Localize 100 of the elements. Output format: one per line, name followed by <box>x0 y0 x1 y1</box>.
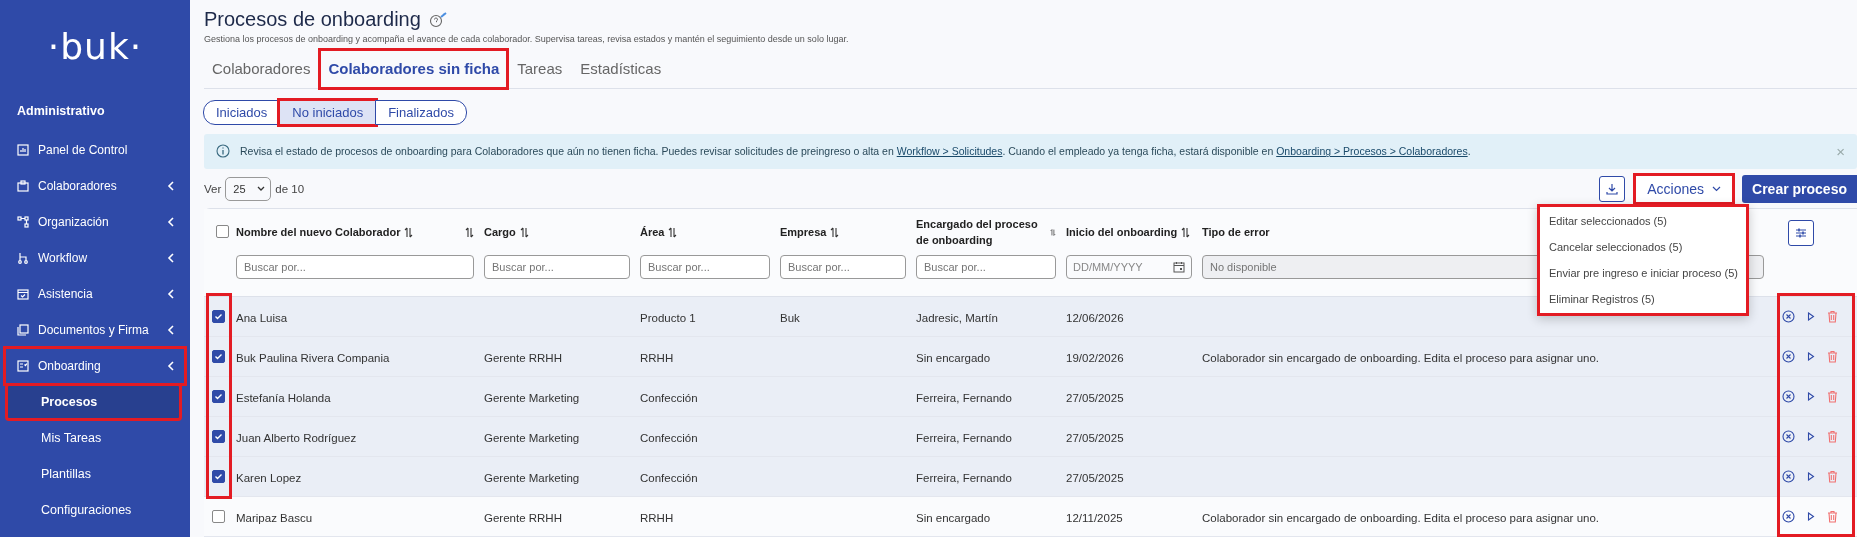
section-heading: Administrativo <box>16 103 106 120</box>
table-cell-text: 27/05/2025 <box>1065 431 1124 444</box>
menu-item-icon <box>17 324 29 336</box>
sidebar-subitem[interactable]: Mis Tareas <box>7 421 180 455</box>
play-icon[interactable] <box>1807 312 1815 321</box>
row-checkbox[interactable] <box>212 390 225 403</box>
download-icon <box>1606 183 1619 196</box>
table-cell-text: Gerente Marketing <box>483 471 580 484</box>
table-cell-text: Gerente RRHH <box>483 511 562 524</box>
download-button[interactable] <box>1599 176 1626 203</box>
cancel-icon[interactable] <box>1782 430 1795 443</box>
table-cell-text: Producto 1 <box>639 311 696 324</box>
cancel-icon[interactable] <box>1782 390 1795 403</box>
total-label: de 10 <box>275 183 305 196</box>
menu-item-icon <box>17 288 29 300</box>
sliders-icon <box>1795 227 1807 239</box>
menu-item-icon <box>17 144 29 156</box>
column-header: Inicio del onboarding <box>1066 224 1178 240</box>
sidebar-item[interactable]: Workflow <box>5 240 185 276</box>
sort-icon[interactable] <box>830 226 840 238</box>
play-icon[interactable] <box>1807 512 1815 521</box>
sidebar-item[interactable]: Colaboradores <box>5 168 185 204</box>
tab[interactable]: Colaboradores sin ficha <box>320 50 508 88</box>
table-cell-text: Confección <box>639 391 698 404</box>
sidebar-item[interactable]: Organización <box>5 204 185 240</box>
sidebar-subitem[interactable]: Procesos <box>7 385 180 419</box>
actions-button[interactable]: Acciones <box>1635 175 1734 204</box>
play-icon[interactable] <box>1807 392 1815 401</box>
sort-icon[interactable] <box>668 226 678 238</box>
sidebar-subitem[interactable]: Plantillas <box>7 457 180 491</box>
row-checkbox[interactable] <box>212 470 225 483</box>
search-field[interactable]: Buscar por... <box>780 255 906 279</box>
cancel-icon[interactable] <box>1782 510 1795 523</box>
play-icon[interactable] <box>1807 432 1815 441</box>
help-icon[interactable] <box>428 11 449 28</box>
sidebar-item[interactable]: Documentos y Firma <box>5 312 185 348</box>
table-cell-text: Ferreira, Fernando <box>915 391 1012 404</box>
search-field[interactable]: Buscar por... <box>640 255 770 279</box>
info-text: Revisa el estado de procesos de onboarding para Colaboradores que aún no tienen ficha. Puedes revisar solicitudes de preingreso o alta en Workflow > Solicitudes. Cuando el empleado ya tenga ficha, estará disponible en Onboarding > Procesos > Colaboradores. <box>240 145 1472 158</box>
menu-item-icon <box>17 252 29 264</box>
sidebar-subitem[interactable]: Configuraciones <box>7 493 180 527</box>
column-header: Tipo de error <box>1202 224 1270 240</box>
checkmark-icon <box>214 432 223 441</box>
table-cell-text: 12/11/2025 <box>1065 511 1123 524</box>
row-checkbox[interactable] <box>212 430 225 443</box>
column-header: Área <box>640 224 665 240</box>
caret-icon <box>1712 186 1722 193</box>
menu-item-icon <box>17 180 29 192</box>
search-field[interactable]: Buscar por... <box>236 255 474 279</box>
calendar-icon <box>1173 261 1185 273</box>
table-cell-text: Gerente Marketing <box>483 391 580 404</box>
table-cell-text: Estefanía Holanda <box>235 391 331 404</box>
row-checkbox[interactable] <box>212 510 225 523</box>
tab[interactable]: Estadísticas <box>572 50 670 88</box>
table-cell-text: Sin encargado <box>915 511 991 524</box>
menu-item[interactable]: Eliminar Registros (5) <box>1537 285 1749 312</box>
table-cell-text: Gerente RRHH <box>483 351 562 364</box>
play-icon[interactable] <box>1807 472 1815 481</box>
tab[interactable]: Colaboradores <box>204 50 319 88</box>
row-checkbox[interactable] <box>212 350 225 363</box>
table-cell-text: 27/05/2025 <box>1065 391 1124 404</box>
tab[interactable]: Tareas <box>509 50 571 88</box>
date-field[interactable]: DD/MM/YYYY <box>1066 255 1192 279</box>
link[interactable]: Onboarding > Procesos > Colaboradores <box>1276 145 1468 158</box>
sort-icon[interactable] <box>404 226 414 238</box>
table-cell-text: Karen Lopez <box>235 471 302 484</box>
column-header: Empresa <box>780 224 827 240</box>
search-field[interactable]: Buscar por... <box>916 255 1056 279</box>
play-icon[interactable] <box>1807 352 1815 361</box>
menu-item-icon <box>17 216 29 228</box>
page-subtitle: Gestiona los procesos de onboarding y acompaña el avance de cada colaborador. Supervisa tareas, revisa estados y mantén el seguimiento desde un solo lugar. <box>204 34 850 44</box>
filter-toggle[interactable]: No iniciados <box>279 99 377 125</box>
menu-item[interactable]: Editar seleccionados (5) <box>1537 207 1749 234</box>
sort-icon[interactable] <box>519 226 529 238</box>
table-cell-text: Buk Paulina Rivera Compania <box>235 351 390 364</box>
table-cell-text: Colaborador sin encargado de onboarding. Edita el proceso para asignar uno. <box>1201 351 1600 364</box>
buk-logo[interactable]: ·buk· <box>0 0 190 92</box>
table-cell-text: Confección <box>639 471 698 484</box>
table-cell-text: Gerente Marketing <box>483 431 580 444</box>
page-size-select[interactable]: 25 <box>225 177 272 202</box>
sidebar-item[interactable]: Onboarding <box>5 348 185 384</box>
checkmark-icon <box>214 352 223 361</box>
search-field[interactable]: Buscar por... <box>484 255 630 279</box>
cancel-icon[interactable] <box>1782 350 1795 363</box>
checkmark-icon <box>214 392 223 401</box>
sidebar-item[interactable]: Asistencia <box>5 276 185 312</box>
filter-toggle[interactable]: Finalizados <box>375 99 467 125</box>
sort-icon[interactable] <box>1181 226 1191 238</box>
select-all-checkbox[interactable] <box>216 225 229 238</box>
create-process-button[interactable]: Crear proceso <box>1742 175 1857 204</box>
table-cell-text: Buk <box>779 311 800 324</box>
trash-icon[interactable] <box>1827 510 1838 523</box>
cancel-icon[interactable] <box>1782 470 1795 483</box>
table-cell-text: RRHH <box>639 351 674 364</box>
row-checkbox[interactable] <box>212 310 225 323</box>
column-settings-button[interactable] <box>1788 220 1814 246</box>
cancel-icon[interactable] <box>1782 310 1795 323</box>
sidebar-item[interactable]: Panel de Control <box>5 132 185 168</box>
sort-icon[interactable] <box>465 226 474 238</box>
page-title: Procesos de onboarding <box>204 8 421 31</box>
